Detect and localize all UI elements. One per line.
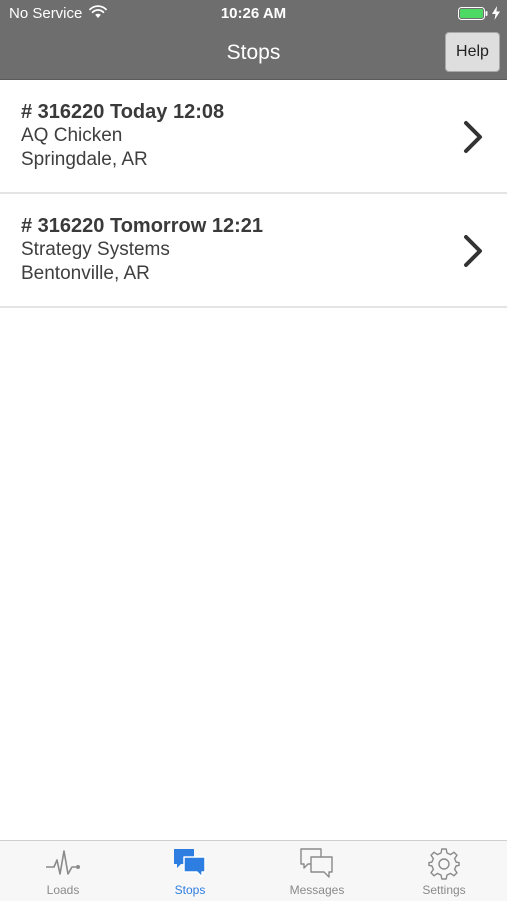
chat-bubbles-icon (174, 849, 206, 878)
battery-icon (458, 7, 488, 20)
stops-list: # 316220 Today 12:08 AQ Chicken Springda… (0, 80, 507, 308)
status-bar: No Service 10:26 AM (0, 0, 507, 28)
gear-icon (428, 848, 460, 880)
page-title: Stops (226, 41, 281, 64)
tab-label: Stops (174, 883, 206, 897)
stop-title: # 316220 Tomorrow 12:21 (21, 215, 263, 237)
help-button[interactable]: Help (445, 32, 500, 72)
stop-details: # 316220 Tomorrow 12:21 Strategy Systems… (21, 214, 263, 286)
tab-settings[interactable]: Settings (381, 841, 507, 901)
tab-loads[interactable]: Loads (0, 841, 126, 901)
stop-location: Bentonville, AR (21, 263, 150, 284)
stop-name: AQ Chicken (21, 125, 123, 146)
tab-label: Settings (422, 883, 466, 897)
pulse-icon (46, 850, 80, 875)
tab-messages[interactable]: Messages (254, 841, 380, 901)
app-header: No Service 10:26 AM Stops Help (0, 0, 507, 80)
stop-name: Strategy Systems (21, 239, 170, 260)
chevron-right-icon[interactable] (462, 234, 484, 268)
chevron-right-icon[interactable] (462, 120, 484, 154)
tab-label: Loads (46, 883, 80, 897)
stop-row[interactable]: # 316220 Tomorrow 12:21 Strategy Systems… (0, 194, 507, 308)
tab-bar: Loads Stops Messages Settings (0, 840, 507, 901)
navigation-bar: Stops Help (0, 28, 507, 79)
tab-label: Messages (289, 883, 345, 897)
stop-row[interactable]: # 316220 Today 12:08 AQ Chicken Springda… (0, 80, 507, 194)
charging-bolt-icon (492, 6, 500, 20)
tab-stops[interactable]: Stops (127, 841, 253, 901)
status-time: 10:26 AM (220, 5, 287, 22)
stop-details: # 316220 Today 12:08 AQ Chicken Springda… (21, 100, 224, 172)
messages-icon (300, 848, 333, 878)
stop-location: Springdale, AR (21, 149, 148, 170)
stop-title: # 316220 Today 12:08 (21, 101, 225, 123)
